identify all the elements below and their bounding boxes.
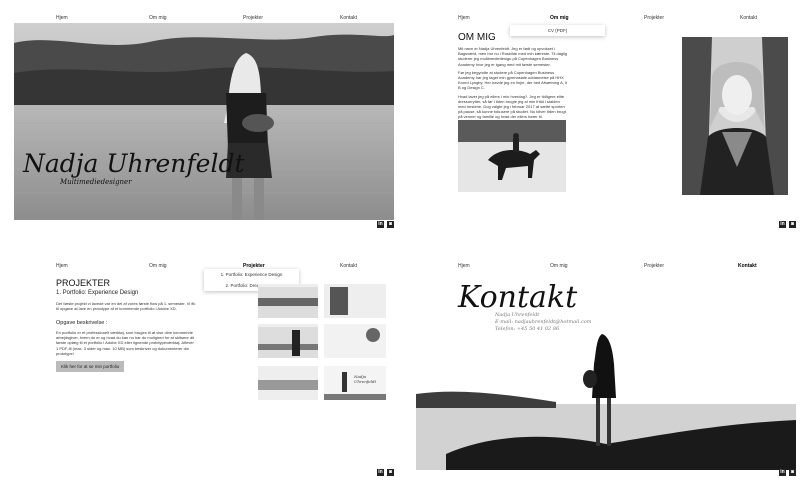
projects-title: PROJEKTER: [56, 278, 111, 288]
instagram-icon[interactable]: ◙: [387, 221, 394, 228]
projects-panel: Hjem Om mig Projekter Kontakt 1. Portfol…: [6, 254, 400, 482]
project-thumbnail[interactable]: [324, 324, 386, 358]
nav-about[interactable]: Om mig: [550, 15, 569, 21]
top-nav: Hjem Om mig Projekter Kontakt: [6, 263, 400, 273]
contact-panel: Hjem Om mig Projekter Kontakt Kontakt Na…: [408, 254, 802, 482]
view-portfolio-button[interactable]: Klik her for at se min portfolio: [56, 361, 125, 372]
social-icons: in ◙: [377, 221, 394, 228]
project-thumbnail[interactable]: [324, 284, 386, 318]
contact-photo: [416, 324, 796, 470]
task-heading: Opgave beskrivelse :: [56, 320, 108, 326]
nav-home[interactable]: Hjem: [56, 15, 68, 21]
contact-name: Nadja Uhrenfeldt: [495, 312, 540, 318]
social-icons: in ◙: [779, 469, 796, 476]
instagram-icon[interactable]: ◙: [789, 221, 796, 228]
nav-contact[interactable]: Kontakt: [340, 15, 357, 21]
about-paragraph: Før jeg begyndte at studere på Copenhage…: [458, 69, 567, 91]
linkedin-icon[interactable]: in: [377, 469, 384, 476]
portrait-photo: [682, 37, 788, 195]
project-thumbnail[interactable]: [258, 366, 318, 400]
projects-intro: Det første projekt vi lavede var en del …: [56, 301, 196, 312]
task-text: En portfolio er et professionelt værktøj…: [56, 330, 195, 356]
top-nav: Hjem Om mig Projekter Kontakt: [408, 263, 802, 273]
about-paragraph: Mit navn er Nadja Uhrenfeldt. Jeg er fød…: [458, 46, 568, 67]
linkedin-icon[interactable]: in: [377, 221, 384, 228]
nav-projects[interactable]: Projekter: [243, 15, 263, 21]
contact-details: Nadja Uhrenfeldt E-mail: nadjauhrenfeldt…: [495, 312, 592, 333]
hero-subtitle: Multimediedesigner: [60, 178, 132, 186]
nav-home[interactable]: Hjem: [458, 263, 470, 269]
home-panel: Hjem Om mig Projekter Kontakt Nadja Uhre…: [6, 6, 400, 234]
about-paragraph: Hvad laver jeg på ellers i min hverdag?.…: [458, 93, 566, 120]
linkedin-icon[interactable]: in: [779, 469, 786, 476]
about-title: OM MIG: [458, 32, 496, 43]
about-dropdown: CV (PDF): [510, 25, 605, 36]
nav-home[interactable]: Hjem: [56, 263, 68, 269]
projects-subtitle: 1. Portfolio: Experience Design: [56, 290, 139, 296]
nav-contact[interactable]: Kontakt: [740, 15, 757, 21]
contact-phone[interactable]: Telefon: +45 50 41 02 86: [495, 326, 592, 333]
contact-title: Kontakt: [458, 280, 578, 315]
about-text: Mit navn er Nadja Uhrenfeldt. Jeg er fød…: [458, 46, 568, 120]
contact-email[interactable]: E-mail: nadjauhrenfeldt@hotmail.com: [495, 319, 592, 326]
nav-about[interactable]: Om mig: [149, 263, 167, 269]
dropdown-portfolio-1[interactable]: 1. Portfolio: Experience Design: [204, 269, 299, 280]
nav-about[interactable]: Om mig: [149, 15, 167, 21]
top-nav: Hjem Om mig Projekter Kontakt: [408, 15, 802, 25]
social-icons: in ◙: [779, 221, 796, 228]
nav-projects[interactable]: Projekter: [644, 263, 664, 269]
dropdown-cv-pdf[interactable]: CV (PDF): [510, 25, 605, 36]
horse-photo: [458, 120, 566, 192]
hero-name: Nadja Uhrenfeldt: [23, 149, 245, 178]
project-thumbnail[interactable]: Nadja Uhrenfeldt: [324, 366, 386, 400]
linkedin-icon[interactable]: in: [779, 221, 786, 228]
thumbnail-caption: Nadja Uhrenfeldt: [354, 374, 377, 384]
nav-contact[interactable]: Kontakt: [738, 263, 757, 269]
project-thumbnail[interactable]: [258, 324, 318, 358]
instagram-icon[interactable]: ◙: [387, 469, 394, 476]
about-panel: Hjem Om mig Projekter Kontakt CV (PDF) O…: [408, 6, 802, 234]
project-thumbnail[interactable]: [258, 284, 318, 318]
social-icons: in ◙: [377, 469, 394, 476]
nav-projects[interactable]: Projekter: [644, 15, 664, 21]
nav-contact[interactable]: Kontakt: [340, 263, 357, 269]
nav-about[interactable]: Om mig: [550, 263, 568, 269]
nav-home[interactable]: Hjem: [458, 15, 470, 21]
instagram-icon[interactable]: ◙: [789, 469, 796, 476]
hero-lake-photo: [14, 23, 394, 220]
